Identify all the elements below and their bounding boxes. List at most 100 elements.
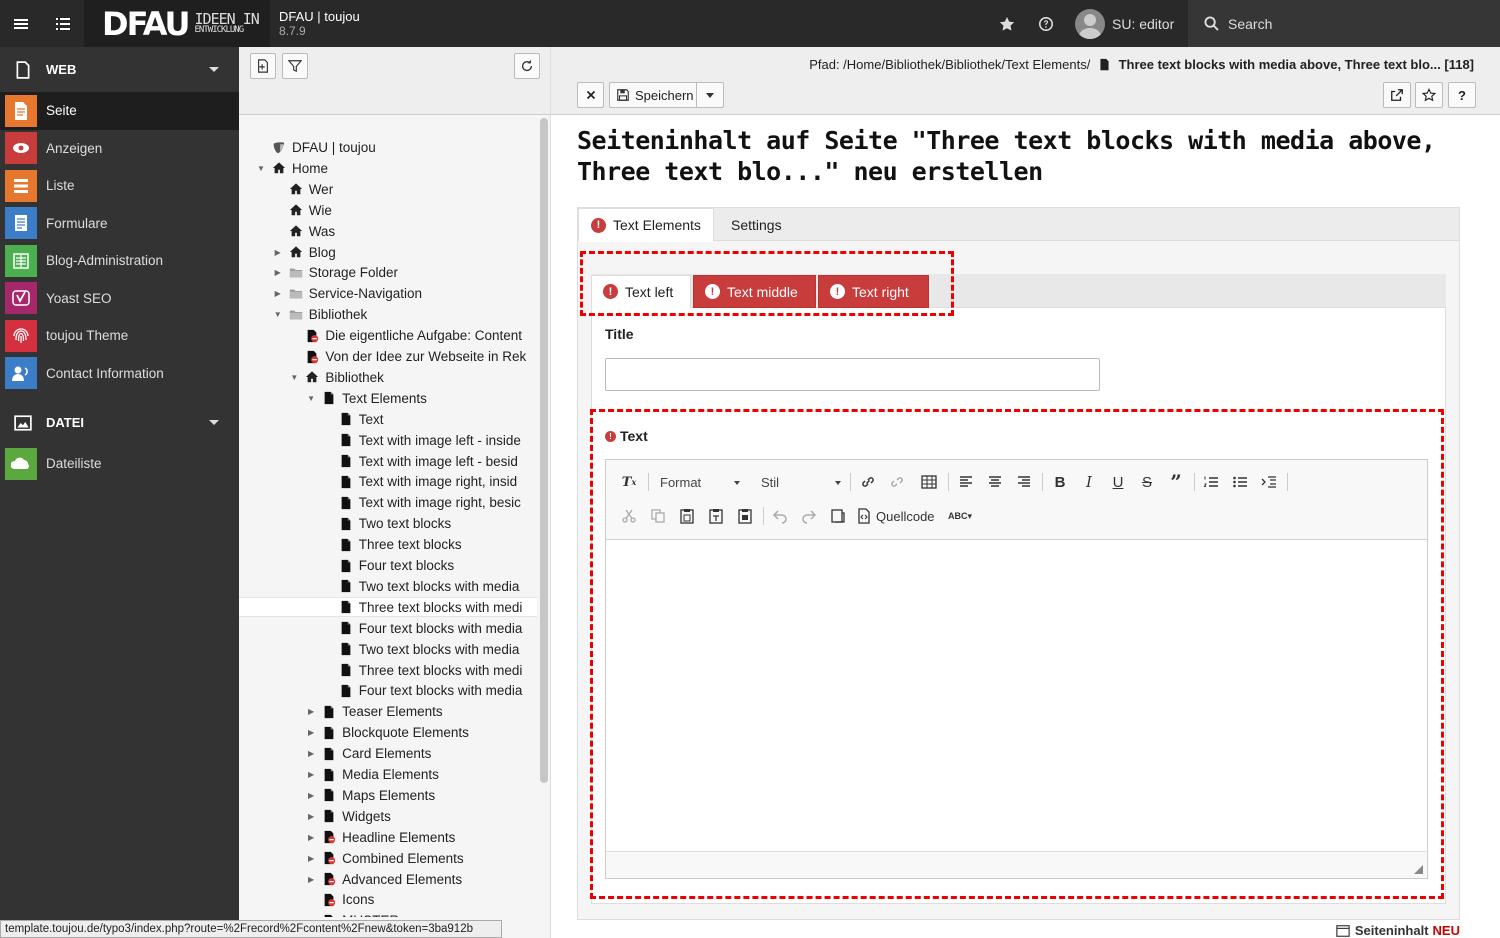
- tree-node[interactable]: ▶ Teaser Elements: [306, 701, 443, 722]
- strikethrough-icon[interactable]: S: [1136, 471, 1158, 493]
- module-blog-administration[interactable]: Blog-Administration: [0, 242, 239, 280]
- tree-node[interactable]: Three text blocks: [323, 534, 462, 555]
- tab-settings[interactable]: Settings: [719, 208, 794, 242]
- caret-right-icon[interactable]: ▶: [306, 770, 316, 779]
- caret-down-icon[interactable]: ▼: [273, 310, 283, 319]
- italic-icon[interactable]: I: [1078, 471, 1100, 493]
- paste-word-icon[interactable]: [734, 505, 756, 527]
- tree-node[interactable]: Two text blocks: [323, 513, 451, 534]
- module-contact-information[interactable]: Contact Information: [0, 355, 239, 393]
- new-page-button[interactable]: [250, 53, 276, 79]
- tree-node[interactable]: ▼ Bibliothek: [273, 304, 368, 325]
- tree-node[interactable]: ▶ Advanced Elements: [306, 869, 462, 890]
- undo-icon[interactable]: [769, 505, 791, 527]
- resize-handle-icon[interactable]: [1414, 865, 1423, 874]
- tree-node[interactable]: ▶ Storage Folder: [273, 262, 398, 283]
- tree-node[interactable]: Was: [273, 221, 335, 242]
- tree-node[interactable]: Icons: [306, 889, 374, 910]
- user-menu[interactable]: SU: editor: [1075, 0, 1174, 47]
- search-field[interactable]: Search: [1188, 0, 1500, 47]
- module-liste[interactable]: Liste: [0, 167, 239, 205]
- tree-node[interactable]: Four text blocks with media: [323, 618, 522, 639]
- tree-node[interactable]: Text with image right, besic: [323, 492, 521, 513]
- tree-node[interactable]: ▶ Blog: [273, 242, 336, 263]
- tree-node[interactable]: Text with image left - besid: [323, 451, 518, 472]
- tree-node[interactable]: Die eigentliche Aufgabe: Content: [289, 325, 522, 346]
- tree-node[interactable]: ▶ Media Elements: [306, 764, 439, 785]
- tree-node[interactable]: ▶ Blockquote Elements: [306, 722, 469, 743]
- show-blocks-icon[interactable]: [827, 505, 849, 527]
- tree-node[interactable]: ▶ Headline Elements: [306, 827, 455, 848]
- numbered-list-icon[interactable]: [1200, 471, 1222, 493]
- source-button[interactable]: Quellcode: [856, 505, 936, 527]
- tree-node[interactable]: Text with image left - inside: [323, 430, 521, 451]
- caret-right-icon[interactable]: ▶: [273, 289, 283, 298]
- tab-text-elements[interactable]: ! Text Elements: [578, 208, 714, 242]
- tree-node[interactable]: ▼ Bibliothek: [289, 367, 384, 388]
- caret-right-icon[interactable]: ▶: [306, 728, 316, 737]
- tree-node[interactable]: ▶ Combined Elements: [306, 848, 464, 869]
- tree-node[interactable]: Wer: [273, 179, 333, 200]
- subtab-text-left[interactable]: ! Text left: [591, 275, 691, 308]
- tree-scrollbar[interactable]: [540, 118, 548, 783]
- module-group-web[interactable]: WEB: [0, 47, 239, 92]
- module-formulare[interactable]: Formulare: [0, 205, 239, 243]
- subtab-text-right[interactable]: ! Text right: [818, 275, 929, 308]
- align-left-icon[interactable]: [955, 471, 977, 493]
- caret-right-icon[interactable]: ▶: [306, 854, 316, 863]
- help-button[interactable]: [1025, 0, 1067, 47]
- link-icon[interactable]: [857, 471, 879, 493]
- tree-node[interactable]: ▶ Card Elements: [306, 743, 431, 764]
- tree-node[interactable]: ▶ Maps Elements: [306, 785, 435, 806]
- tree-node[interactable]: Three text blocks with medi: [323, 660, 522, 681]
- module-yoast-seo[interactable]: Yoast SEO: [0, 280, 239, 318]
- tree-node[interactable]: Four text blocks: [323, 555, 454, 576]
- open-new-window-button[interactable]: [1383, 82, 1411, 108]
- module-group-file[interactable]: DATEI: [0, 400, 239, 445]
- tree-node[interactable]: Text: [323, 409, 384, 430]
- caret-right-icon[interactable]: ▶: [306, 707, 316, 716]
- bullet-list-icon[interactable]: [1229, 471, 1251, 493]
- remove-format-icon[interactable]: Tx: [618, 471, 640, 493]
- rte-content-area[interactable]: [606, 540, 1427, 851]
- tree-toggle[interactable]: [42, 0, 84, 47]
- cut-icon[interactable]: [618, 505, 640, 527]
- unlink-icon[interactable]: [886, 471, 908, 493]
- caret-right-icon[interactable]: ▶: [273, 268, 283, 277]
- tree-node[interactable]: ▼ Text Elements: [306, 388, 427, 409]
- tree-node[interactable]: Von der Idee zur Webseite in Rek: [289, 346, 526, 367]
- caret-right-icon[interactable]: ▶: [306, 875, 316, 884]
- paste-icon[interactable]: [676, 505, 698, 527]
- align-right-icon[interactable]: [1013, 471, 1035, 493]
- caret-right-icon[interactable]: ▶: [306, 749, 316, 758]
- close-button[interactable]: [577, 82, 604, 108]
- indent-icon[interactable]: [1258, 471, 1280, 493]
- caret-right-icon[interactable]: ▶: [306, 812, 316, 821]
- module-seite[interactable]: Seite: [0, 92, 239, 130]
- bookmarks-button[interactable]: [986, 0, 1028, 47]
- save-button[interactable]: Speichern: [609, 82, 724, 108]
- underline-icon[interactable]: U: [1107, 471, 1129, 493]
- tree-node[interactable]: DFAU | toujou: [256, 137, 376, 158]
- caret-down-icon[interactable]: ▼: [256, 164, 266, 173]
- caret-down-icon[interactable]: ▼: [306, 394, 316, 403]
- tree-node[interactable]: ▶ Widgets: [306, 806, 391, 827]
- module-dateiliste[interactable]: Dateiliste: [0, 445, 239, 483]
- tree-node[interactable]: Text with image right, insid: [323, 471, 517, 492]
- table-icon[interactable]: [915, 471, 943, 493]
- caret-right-icon[interactable]: ▶: [306, 833, 316, 842]
- tree-node[interactable]: Two text blocks with media: [323, 576, 519, 597]
- align-center-icon[interactable]: [984, 471, 1006, 493]
- style-select[interactable]: Stil: [761, 471, 841, 493]
- blockquote-icon[interactable]: ”: [1165, 470, 1187, 494]
- module-anzeigen[interactable]: Anzeigen: [0, 130, 239, 168]
- logo[interactable]: DFAU IDEEN IN ENTWICKLUNG: [84, 0, 270, 47]
- title-input[interactable]: [605, 358, 1100, 391]
- bold-icon[interactable]: B: [1049, 471, 1071, 493]
- copy-icon[interactable]: [647, 505, 669, 527]
- caret-down-icon[interactable]: ▼: [289, 373, 299, 382]
- tree-node[interactable]: ▼ Home: [256, 158, 328, 179]
- format-select[interactable]: Format: [660, 471, 740, 493]
- save-dropdown-toggle[interactable]: [696, 83, 723, 107]
- redo-icon[interactable]: [798, 505, 820, 527]
